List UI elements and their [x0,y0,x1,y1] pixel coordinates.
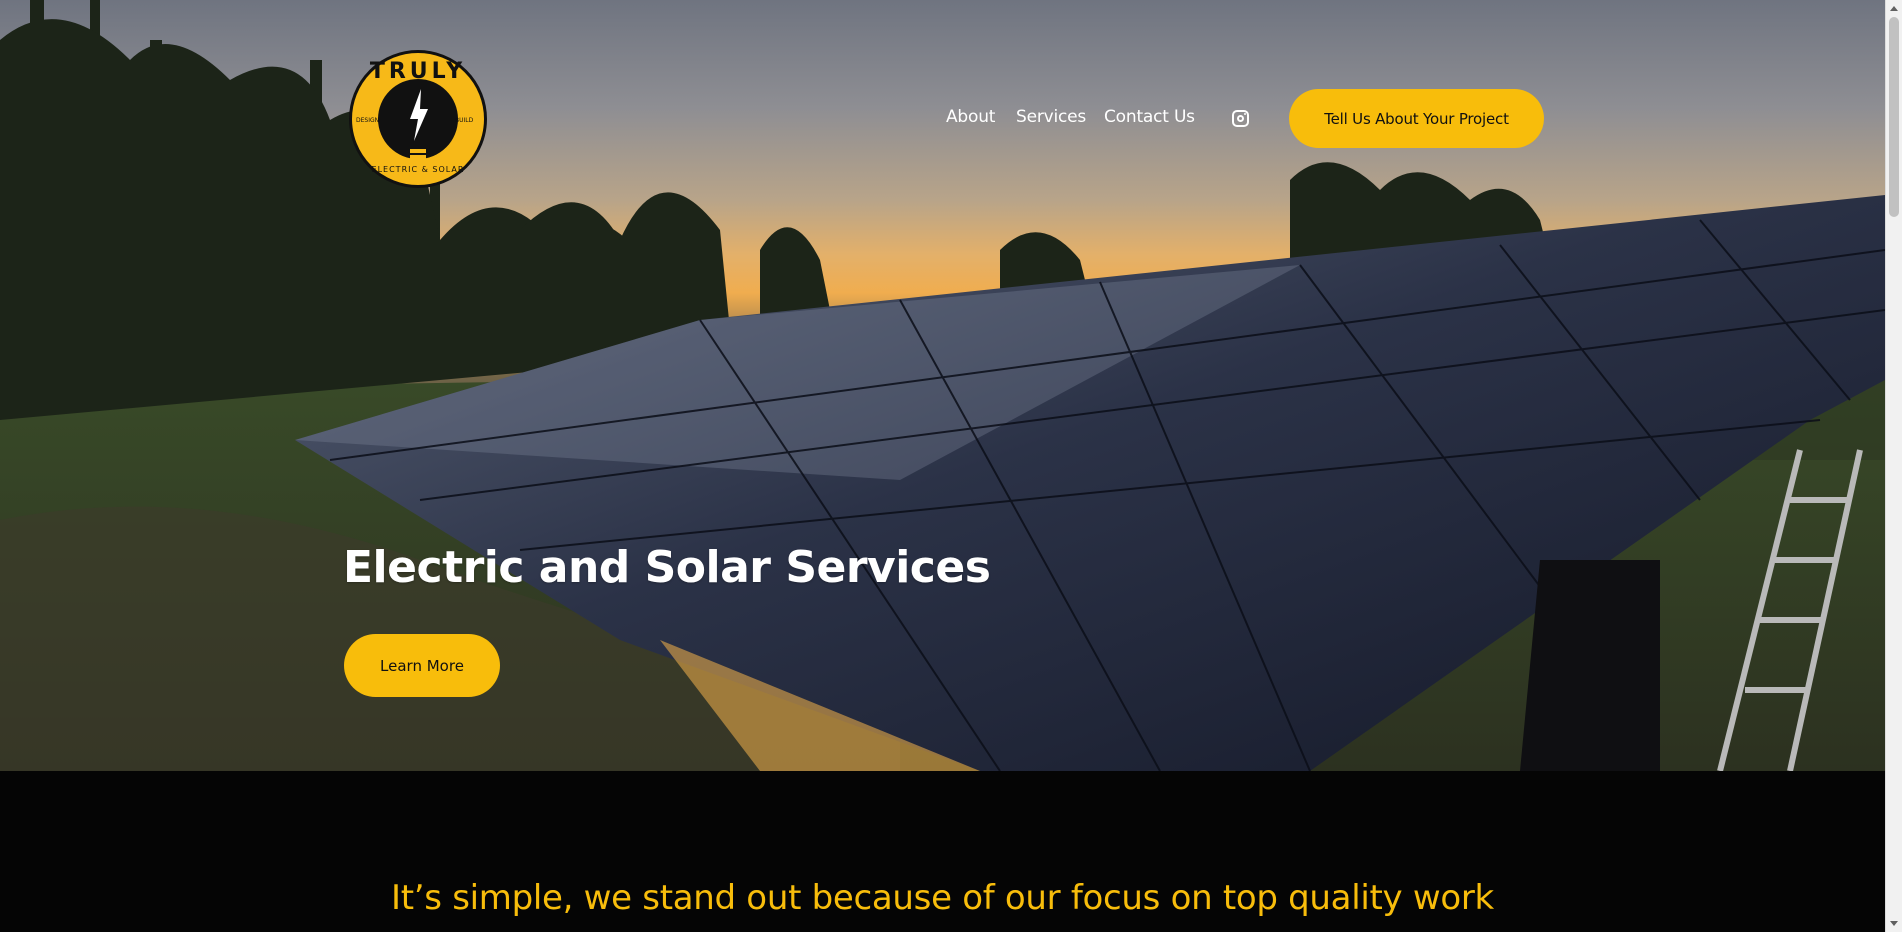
vertical-scrollbar[interactable] [1885,0,1902,932]
scrollbar-thumb[interactable] [1889,17,1899,217]
learn-more-button[interactable]: Learn More [344,634,500,697]
instagram-dot [1244,113,1246,115]
logo-name: TRULY [369,59,467,84]
nav-link-about[interactable]: About [946,107,995,127]
nav-link-contact[interactable]: Contact Us [1104,107,1195,127]
hero-background-image [0,0,1885,771]
page: TRULY DESIGN BUILD ELECTRIC & SOLAR Abou… [0,0,1885,932]
brand-logo[interactable]: TRULY DESIGN BUILD ELECTRIC & SOLAR [349,50,487,188]
hero-section: TRULY DESIGN BUILD ELECTRIC & SOLAR Abou… [0,0,1885,771]
instagram-lens [1237,115,1244,122]
logo-right-label: BUILD [455,117,474,124]
nav-item-contact: Contact Us [1104,105,1195,129]
scroll-down-arrow-icon[interactable] [1890,921,1898,926]
hero-title: Electric and Solar Services [343,542,991,593]
nav-link-services[interactable]: Services [1016,107,1086,127]
nav-item-services: Services [1016,105,1086,129]
project-inquiry-button[interactable]: Tell Us About Your Project [1289,89,1544,148]
nav-item-about: About [946,105,995,129]
logo-left-label: DESIGN [356,117,380,124]
section-tagline: It’s simple, we stand out because of our… [391,878,1494,918]
logo-bottom-label: ELECTRIC & SOLAR [371,165,465,174]
instagram-icon[interactable] [1232,110,1249,127]
scroll-up-arrow-icon[interactable] [1890,6,1898,11]
